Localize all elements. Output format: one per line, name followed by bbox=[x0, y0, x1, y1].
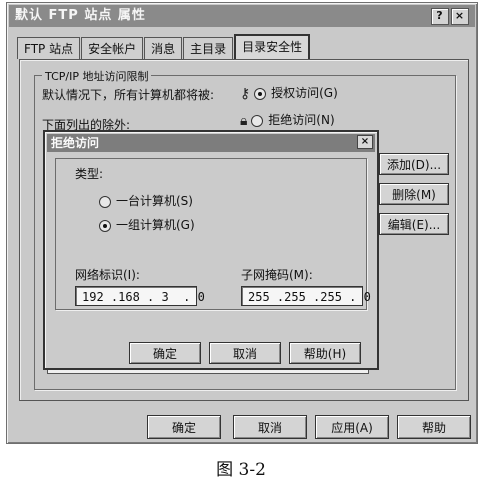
figure-caption: 图 3-2 bbox=[216, 460, 266, 480]
tab-messages[interactable]: 消息 bbox=[144, 37, 183, 59]
single-computer-label: 一台计算机(S) bbox=[116, 194, 193, 208]
group-computer-option[interactable]: 一组计算机(G) bbox=[99, 216, 195, 233]
deny-access-dialog: 拒绝访问 × 类型: 一台计算机(S) 一组计算机(G) 网络标识(I): 19… bbox=[43, 130, 379, 370]
tab-directory-security[interactable]: 目录安全性 bbox=[234, 34, 311, 60]
edit-button[interactable]: 编辑(E)... bbox=[379, 213, 449, 235]
deny-access-option[interactable]: 🔒︎ 拒绝访问(N) bbox=[240, 111, 335, 129]
single-computer-option[interactable]: 一台计算机(S) bbox=[99, 192, 193, 209]
tab-strip: FTP 站点 安全帐户 消息 主目录 目录安全性 bbox=[17, 34, 311, 60]
grant-access-label: 授权访问(G) bbox=[271, 86, 338, 100]
help-button[interactable]: 帮助 bbox=[397, 415, 471, 439]
grant-access-radio[interactable] bbox=[254, 87, 267, 100]
dialog-help-button[interactable]: 帮助(H) bbox=[289, 342, 361, 364]
tab-security-accounts[interactable]: 安全帐户 bbox=[81, 37, 144, 59]
single-computer-radio[interactable] bbox=[99, 195, 111, 208]
type-label: 类型: bbox=[75, 167, 104, 181]
window-title: 默认 FTP 站点 属性 bbox=[15, 8, 146, 23]
group-legend: TCP/IP 地址访问限制 bbox=[42, 68, 152, 84]
tab-home-directory[interactable]: 主目录 bbox=[183, 37, 234, 59]
dialog-ok-button[interactable]: 确定 bbox=[129, 342, 201, 364]
grant-access-option[interactable]: ⚷ 授权访问(G) bbox=[240, 84, 338, 102]
title-buttons: ? × bbox=[431, 8, 469, 25]
deny-access-label: 拒绝访问(N) bbox=[268, 113, 335, 127]
add-button[interactable]: 添加(D)... bbox=[379, 153, 449, 175]
dialog-title: 拒绝访问 bbox=[51, 136, 100, 150]
dialog-close-button[interactable]: × bbox=[357, 135, 373, 149]
network-id-label: 网络标识(I): bbox=[75, 268, 140, 282]
help-title-button[interactable]: ? bbox=[431, 8, 449, 25]
properties-window: 默认 FTP 站点 属性 ? × FTP 站点 安全帐户 消息 主目录 目录安全… bbox=[6, 2, 478, 444]
window-titlebar[interactable]: 默认 FTP 站点 属性 ? × bbox=[9, 5, 475, 27]
default-access-text: 默认情况下，所有计算机都将被: bbox=[42, 88, 215, 102]
tab-ftp-site[interactable]: FTP 站点 bbox=[17, 37, 81, 59]
apply-button[interactable]: 应用(A) bbox=[315, 415, 389, 439]
remove-button[interactable]: 删除(M) bbox=[379, 183, 449, 205]
group-computer-radio[interactable] bbox=[99, 219, 111, 232]
dialog-cancel-button[interactable]: 取消 bbox=[209, 342, 281, 364]
deny-access-radio[interactable] bbox=[251, 114, 264, 127]
key-icon: ⚷ bbox=[240, 85, 251, 102]
cancel-button[interactable]: 取消 bbox=[233, 415, 307, 439]
close-title-button[interactable]: × bbox=[451, 8, 469, 25]
screenshot-root: 默认 FTP 站点 属性 ? × FTP 站点 安全帐户 消息 主目录 目录安全… bbox=[0, 0, 482, 495]
subnet-mask-field[interactable]: 255 .255 .255 . 0 bbox=[241, 286, 371, 306]
ok-button[interactable]: 确定 bbox=[147, 415, 221, 439]
subnet-mask-label: 子网掩码(M): bbox=[241, 268, 313, 282]
group-computer-label: 一组计算机(G) bbox=[116, 218, 195, 232]
dialog-titlebar[interactable]: 拒绝访问 bbox=[47, 134, 375, 152]
lock-icon: 🔒︎ bbox=[240, 112, 248, 129]
network-id-field[interactable]: 192 .168 . 3 . 0 bbox=[75, 286, 205, 306]
